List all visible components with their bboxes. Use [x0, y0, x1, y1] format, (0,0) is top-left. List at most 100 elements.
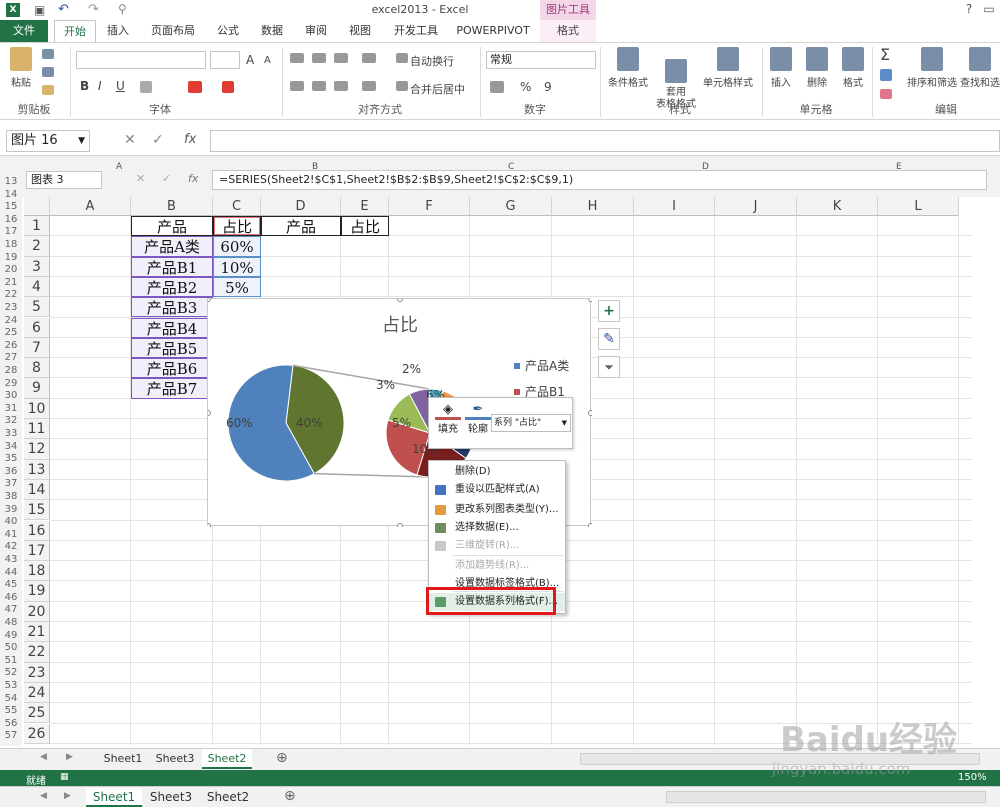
tab-format[interactable]: 格式 [540, 20, 596, 42]
cell-product[interactable]: 产品B3 [131, 297, 213, 318]
selection-handle[interactable] [205, 296, 211, 302]
new-sheet-icon[interactable]: ⊕ [284, 788, 296, 804]
row-header[interactable]: 24 [24, 682, 50, 704]
main-pie-label[interactable]: 60% [226, 416, 253, 430]
conditional-format-button[interactable]: 条件格式 [604, 47, 652, 89]
align-right-icon[interactable] [334, 81, 348, 91]
context-menu-item[interactable]: 选择数据(E)... [429, 519, 565, 537]
column-header[interactable]: D [261, 197, 341, 216]
paste-button[interactable]: 粘贴 [6, 47, 36, 89]
legend-entry[interactable]: 产品A类 [525, 359, 569, 373]
row-header[interactable]: 16 [24, 520, 50, 541]
row-header[interactable]: 4 [24, 276, 50, 298]
cell-share[interactable]: 60% [213, 236, 261, 257]
column-header[interactable]: I [634, 197, 715, 216]
insert-function-button[interactable]: fx [184, 132, 196, 147]
align-center-icon[interactable] [312, 81, 326, 91]
row-header[interactable]: 14 [24, 479, 50, 501]
comma-button[interactable]: 9 [544, 80, 552, 94]
row-header[interactable]: 1 [24, 216, 50, 237]
column-header[interactable]: J [715, 197, 797, 216]
font-color-icon[interactable] [222, 81, 234, 93]
row-header[interactable]: 8 [24, 358, 50, 379]
row-header[interactable]: 15 [24, 500, 50, 521]
cell-share[interactable]: 10% [213, 256, 261, 277]
align-top-icon[interactable] [290, 53, 304, 63]
outline-button[interactable]: ✒ 轮廓 [465, 402, 491, 435]
bold-button[interactable]: B [80, 79, 89, 93]
cell-header-product[interactable]: 产品 [131, 216, 213, 237]
cell-product[interactable]: 产品B2 [131, 276, 213, 298]
context-menu-item[interactable]: 删除(D) [429, 463, 565, 481]
cell-product[interactable]: 产品A类 [131, 236, 213, 257]
row-header[interactable]: 12 [24, 439, 50, 460]
number-format-select[interactable]: 常规 [486, 51, 596, 69]
second-pie-label[interactable]: 3% [376, 378, 395, 392]
column-header[interactable]: L [878, 197, 959, 216]
row-header[interactable]: 21 [24, 622, 50, 643]
orientation-icon[interactable] [362, 53, 376, 63]
underline-button[interactable]: U [116, 79, 125, 93]
tab-powerpivot[interactable]: POWERPIVOT [452, 20, 534, 42]
tab-review[interactable]: 审阅 [296, 20, 336, 42]
align-middle-icon[interactable] [312, 53, 326, 63]
series-select[interactable]: 系列 "占比" ▼ [491, 414, 571, 432]
insert-cells-button[interactable]: 插入 [766, 47, 796, 89]
indent-icon[interactable] [362, 81, 376, 91]
restore-icon[interactable]: ▭ [980, 2, 998, 18]
cell-product[interactable]: 产品B1 [131, 256, 213, 277]
cell-header-share-2[interactable]: 占比 [341, 216, 389, 237]
tab-insert[interactable]: 插入 [98, 20, 138, 42]
horizontal-scrollbar-bottom[interactable] [666, 791, 986, 803]
column-header[interactable]: E [341, 197, 389, 216]
clear-icon[interactable] [880, 89, 892, 99]
tab-formulas[interactable]: 公式 [208, 20, 248, 42]
fill-button[interactable]: ◈ 填充 [435, 402, 461, 435]
macro-record-icon[interactable]: ▦ [60, 772, 69, 782]
sheet-tab-sheet2-bottom[interactable]: Sheet2 [200, 788, 256, 807]
column-header[interactable]: B [131, 197, 213, 216]
prev-sheet-icon[interactable]: ◀ [40, 752, 47, 762]
tab-view[interactable]: 视图 [340, 20, 380, 42]
cell-product[interactable]: 产品B5 [131, 337, 213, 359]
next-sheet-icon[interactable]: ▶ [66, 752, 73, 762]
tab-data[interactable]: 数据 [252, 20, 292, 42]
tab-file[interactable]: 文件 [0, 20, 48, 42]
formula-input[interactable] [210, 130, 1000, 152]
cell-product[interactable]: 产品B4 [131, 317, 213, 338]
second-pie-label[interactable]: 5% [392, 416, 411, 430]
font-name-input[interactable] [76, 51, 206, 69]
undo-icon[interactable]: ↶ [58, 2, 69, 17]
help-icon[interactable]: ? [960, 2, 978, 18]
tab-developer[interactable]: 开发工具 [386, 20, 446, 42]
tab-home[interactable]: 开始 [54, 20, 96, 42]
column-header[interactable]: G [470, 197, 552, 216]
cell-share[interactable]: 5% [213, 276, 261, 298]
fill-color-icon[interactable] [188, 81, 202, 93]
column-header[interactable]: F [389, 197, 470, 216]
wrap-text-button[interactable]: 自动换行 [410, 53, 454, 69]
row-header[interactable]: 11 [24, 419, 50, 440]
align-bottom-icon[interactable] [334, 53, 348, 63]
cut-icon[interactable] [42, 49, 54, 59]
cancel-icon[interactable]: ✕ [124, 132, 136, 148]
second-pie-label[interactable]: 2% [402, 362, 421, 376]
legend-marker[interactable] [514, 389, 520, 395]
format-painter-icon[interactable] [42, 85, 54, 95]
sheet-tab-sheet2[interactable]: Sheet2 [202, 749, 252, 769]
select-all-corner[interactable] [24, 197, 50, 216]
font-size-input[interactable] [210, 51, 240, 69]
row-header[interactable]: 10 [24, 398, 50, 419]
selection-handle[interactable] [588, 410, 594, 416]
column-header[interactable]: H [552, 197, 634, 216]
selection-handle[interactable] [588, 523, 594, 529]
row-header[interactable]: 5 [24, 297, 50, 318]
next-sheet-icon[interactable]: ▶ [64, 791, 71, 801]
cell-product[interactable]: 产品B7 [131, 378, 213, 399]
row-header[interactable]: 19 [24, 581, 50, 602]
row-header[interactable]: 9 [24, 378, 50, 399]
prev-sheet-icon[interactable]: ◀ [40, 791, 47, 801]
shrink-font-button[interactable]: A [264, 55, 271, 66]
connector-line[interactable] [314, 472, 431, 478]
sheet-tab-sheet1[interactable]: Sheet1 [98, 749, 148, 769]
